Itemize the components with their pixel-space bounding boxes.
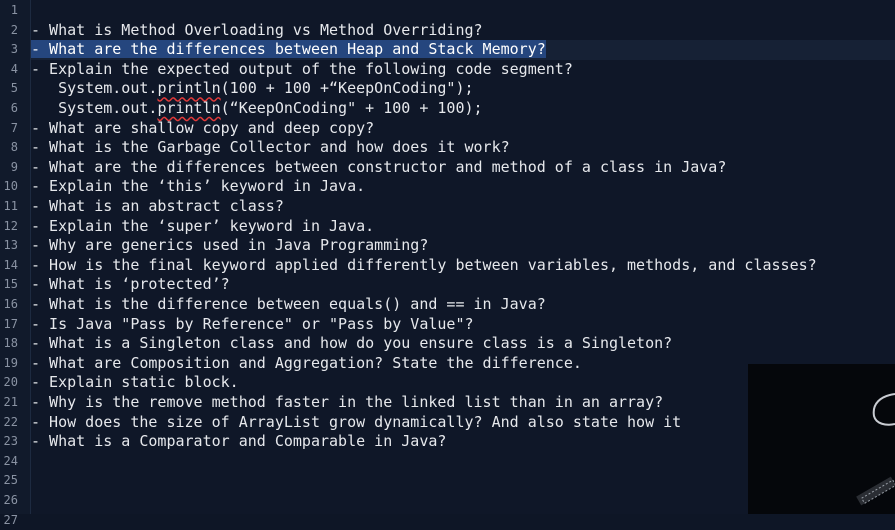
- code-line-text: - What is the difference between equals(…: [31, 295, 546, 313]
- line-number: 2: [10, 22, 18, 37]
- code-line[interactable]: - What are the differences between const…: [31, 158, 895, 178]
- line-number: 17: [3, 316, 18, 331]
- line-number: 19: [3, 355, 18, 370]
- code-line-text: - Explain the ‘super’ keyword in Java.: [31, 216, 375, 235]
- line-number: 25: [3, 473, 18, 488]
- code-line[interactable]: - Explain the ‘super’ keyword in Java.: [31, 217, 895, 237]
- line-number: 8: [10, 140, 18, 155]
- code-line[interactable]: - What are the differences between Heap …: [31, 40, 895, 60]
- line-number: 10: [3, 179, 18, 194]
- line-number: 14: [3, 257, 18, 272]
- code-line[interactable]: System.out.println(100 + 100 +“KeepOnCod…: [31, 79, 895, 99]
- code-line-text: - Explain the ‘this’ keyword in Java.: [31, 177, 366, 196]
- code-line-text: - How does the size of ArrayList grow dy…: [31, 412, 682, 431]
- code-line[interactable]: System.out.println(“KeepOnCoding" + 100 …: [31, 99, 895, 119]
- code-line-text: - What is a Comparator and Comparable in…: [31, 432, 447, 451]
- code-line[interactable]: - What is ‘protected’?: [31, 275, 895, 295]
- line-number: 22: [3, 414, 18, 429]
- code-line-text: - Explain the expected output of the fol…: [31, 59, 573, 78]
- line-number: 21: [3, 395, 18, 409]
- spellcheck-error[interactable]: println: [157, 79, 220, 97]
- line-number: 26: [3, 493, 18, 507]
- line-number: 9: [10, 159, 18, 174]
- line-number: 13: [3, 238, 18, 253]
- line-number: 4: [10, 61, 18, 76]
- code-line-text: System.out.println(“KeepOnCoding" + 100 …: [31, 99, 483, 117]
- code-line[interactable]: - Explain the expected output of the fol…: [31, 60, 895, 80]
- line-number: 6: [10, 101, 18, 115]
- code-line-text: - Why are generics used in Java Programm…: [31, 236, 429, 255]
- code-editor[interactable]: 1 2 3 4 5 6 7 8 9 10 11 12 13 14 15 16 17 18 19 20 21 22 23 24 2…: [0, 0, 895, 527]
- line-number: 11: [3, 199, 18, 213]
- line-number: 3: [10, 42, 18, 57]
- spellcheck-error[interactable]: println: [157, 99, 220, 117]
- webcam-overlay: [748, 364, 895, 514]
- code-line-text: - What are Composition and Aggregation? …: [31, 353, 582, 372]
- code-line-text: - What are the differences between const…: [31, 157, 727, 176]
- code-line-text: - What is ‘protected’?: [31, 275, 230, 294]
- code-line-text: - What is the Garbage Collector and how …: [31, 138, 510, 157]
- line-number: 24: [3, 453, 18, 468]
- code-line[interactable]: - What is an abstract class?: [31, 197, 895, 217]
- code-line[interactable]: - Why are generics used in Java Programm…: [31, 236, 895, 256]
- code-line-text: - What are shallow copy and deep copy?: [31, 118, 375, 137]
- code-line[interactable]: [31, 1, 895, 21]
- line-number: 16: [3, 297, 18, 311]
- code-line[interactable]: - What is Method Overloading vs Method O…: [31, 21, 895, 41]
- line-number: 12: [3, 218, 18, 233]
- webcam-image: [748, 364, 895, 514]
- line-number: 20: [3, 375, 18, 390]
- line-number: 1: [10, 3, 18, 17]
- line-number: 5: [10, 81, 18, 96]
- code-line-text: - Is Java "Pass by Reference" or "Pass b…: [31, 314, 474, 333]
- line-number: 23: [3, 434, 18, 449]
- code-line[interactable]: - What is the difference between equals(…: [31, 295, 895, 315]
- code-line[interactable]: - How is the final keyword applied diffe…: [31, 256, 895, 276]
- code-line-text: - What is a Singleton class and how do y…: [31, 334, 673, 353]
- line-number: 18: [3, 336, 18, 351]
- code-line[interactable]: - What is the Garbage Collector and how …: [31, 138, 895, 158]
- code-line[interactable]: - What are shallow copy and deep copy?: [31, 119, 895, 139]
- code-line-text: System.out.println(100 + 100 +“KeepOnCod…: [31, 79, 474, 98]
- code-line[interactable]: - Is Java "Pass by Reference" or "Pass b…: [31, 315, 895, 335]
- code-line-text: - What is an abstract class?: [31, 197, 284, 215]
- line-number: 15: [3, 277, 18, 292]
- code-line-text: - How is the final keyword applied diffe…: [31, 255, 817, 274]
- code-line-text: - Explain static block.: [31, 373, 239, 392]
- code-line[interactable]: - What is a Singleton class and how do y…: [31, 334, 895, 354]
- code-line-text: - What is Method Overloading vs Method O…: [31, 20, 483, 39]
- code-line-text: - What are the differences between Heap …: [31, 40, 546, 59]
- code-line-text: - Why is the remove method faster in the…: [31, 393, 664, 411]
- code-line[interactable]: - Explain the ‘this’ keyword in Java.: [31, 177, 895, 197]
- line-number-gutter: 1 2 3 4 5 6 7 8 9 10 11 12 13 14 15 16 17 18 19 20 21 22 23 24 2…: [0, 0, 31, 527]
- line-number: 7: [10, 120, 18, 135]
